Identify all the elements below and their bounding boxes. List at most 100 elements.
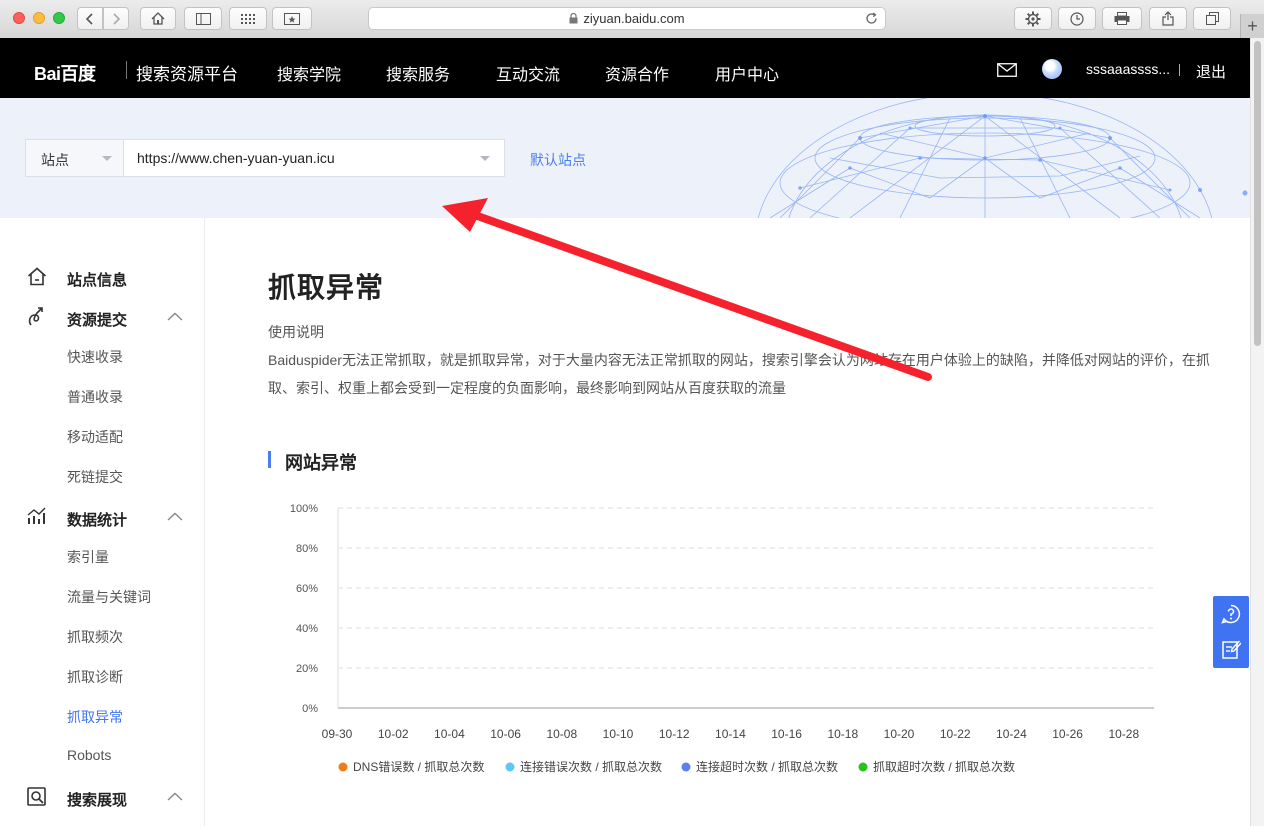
avatar[interactable] [1042,59,1062,79]
x-tick-label: 10-16 [771,727,802,741]
x-tick-label: 10-22 [940,727,971,741]
sidebar-item-fast-index[interactable]: 快速收录 [67,347,123,367]
forward-icon [113,12,120,25]
chevron-down-icon [480,156,490,161]
floating-toolbar [1213,596,1249,668]
nav-item-user-center[interactable]: 用户中心 [715,61,779,85]
chevron-up-icon[interactable] [167,512,183,521]
nav-item-academy[interactable]: 搜索学院 [277,61,341,85]
help-icon[interactable] [1221,604,1241,624]
x-tick-label: 10-04 [434,727,465,741]
top-sites-button[interactable] [229,7,267,30]
minimize-window-button[interactable] [33,12,45,24]
sidebar-group-label: 资源提交 [67,312,128,329]
sidebar-group-submit[interactable]: 资源提交 [0,302,204,332]
reload-icon[interactable] [865,12,878,25]
sidebar-group-label: 站点信息 [67,272,128,289]
site-type-select[interactable]: 站点 [25,139,124,177]
stats-icon [27,507,46,524]
nav-item-community[interactable]: 互动交流 [496,61,560,85]
globe-decoration [757,98,1248,218]
nav-divider [1179,64,1180,76]
bookmarks-button[interactable] [272,7,312,30]
legend-marker [681,762,691,772]
sidebar-group-site-info[interactable]: 站点信息 [0,262,204,292]
site-type-label: 站点 [41,152,69,168]
platform-name[interactable]: 搜索资源平台 [136,60,238,85]
grid-icon [241,13,255,24]
nav-item-cooperation[interactable]: 资源合作 [605,61,669,85]
new-tab-button[interactable]: + [1240,14,1264,38]
sidebar-group-search-display[interactable]: 搜索展现 [0,782,204,812]
x-tick-label: 10-10 [603,727,634,741]
url-text: ziyuan.baidu.com [583,11,685,26]
show-tabs-button[interactable] [1193,7,1231,30]
x-tick-label: 10-14 [715,727,746,741]
sidebar-item-crawl-errors[interactable]: 抓取异常 [67,707,123,727]
sidebar-item-normal-index[interactable]: 普通收录 [67,387,123,407]
nav-item-services[interactable]: 搜索服务 [386,61,450,85]
chevron-up-icon[interactable] [167,312,183,321]
top-navigation: Bai百度 搜索资源平台 搜索学院 搜索服务 互动交流 资源合作 用户中心 ss… [0,38,1250,98]
page-title: 抓取异常 [268,272,385,303]
history-button[interactable] [1058,7,1096,30]
sidebar-item-traffic-keywords[interactable]: 流量与关键词 [67,587,151,607]
sidebar-item-crawl-diagnosis[interactable]: 抓取诊断 [67,667,123,687]
sidebar-group-stats[interactable]: 数据统计 [0,502,204,532]
share-icon [1162,11,1174,26]
site-url-select[interactable]: https://www.chen-yuan-yuan.icu [123,139,505,177]
chevron-up-icon[interactable] [167,792,183,801]
print-button[interactable] [1102,7,1142,30]
home-icon [151,12,165,25]
vertical-scrollbar[interactable] [1250,38,1264,826]
x-tick-label: 10-08 [546,727,577,741]
x-tick-label: 10-24 [996,727,1027,741]
usage-title: 使用说明 [268,324,324,340]
usage-description: Baiduspider无法正常抓取，就是抓取异常，对于大量内容无法正常抓取的网站… [268,352,1210,396]
address-bar[interactable]: ziyuan.baidu.com [368,7,886,30]
y-tick-label: 60% [296,583,318,595]
baidu-logo[interactable]: Bai百度 [34,60,96,86]
sidebar-item-dead-link[interactable]: 死链提交 [67,467,123,487]
main-content: 抓取异常 使用说明 Baiduspider无法正常抓取，就是抓取异常，对于大量内… [205,218,1250,826]
feedback-icon[interactable] [1221,639,1241,659]
logo-divider [126,61,127,79]
x-tick-label: 10-06 [490,727,521,741]
close-window-button[interactable] [13,12,25,24]
legend-label: DNS错误数 / 抓取总次数 [353,759,484,774]
chevron-down-icon [102,156,112,161]
mail-icon[interactable] [997,63,1017,77]
section-title: 网站异常 [285,453,357,473]
x-tick-label: 10-12 [659,727,690,741]
lock-icon [569,13,578,24]
scrollbar-thumb[interactable] [1254,41,1261,346]
y-tick-label: 20% [296,663,318,675]
sidebar-item-mobile-adapt[interactable]: 移动适配 [67,427,123,447]
home-button[interactable] [140,7,176,30]
legend-label: 连接错误次数 / 抓取总次数 [520,759,662,774]
share-button[interactable] [1149,7,1187,30]
print-icon [1114,12,1130,25]
x-tick-label: 10-02 [378,727,409,741]
y-tick-label: 100% [290,503,318,515]
default-site-link[interactable]: 默认站点 [530,150,586,170]
zoom-window-button[interactable] [53,12,65,24]
username[interactable]: sssaaassss... [1086,61,1170,77]
sidebar-item-index-volume[interactable]: 索引量 [67,547,109,567]
legend-label: 抓取超时次数 / 抓取总次数 [873,759,1015,774]
x-tick-label: 10-28 [1108,727,1139,741]
sidebar-toggle-button[interactable] [184,7,222,30]
back-button[interactable] [77,7,103,30]
sidebar-icon [195,12,211,25]
submit-icon [28,307,43,326]
site-error-chart: 100% 80% 60% 40% 20% 0% 09-30 10-02 10-04 10-06 10… [290,503,1154,774]
browser-toolbar: ziyuan.baidu.com + [0,0,1264,39]
bookmark-icon [284,12,300,25]
forward-button[interactable] [103,7,129,30]
home-icon [27,267,47,286]
logout-link[interactable]: 退出 [1196,61,1226,82]
search-display-icon [27,787,46,806]
settings-button[interactable] [1014,7,1052,30]
sidebar-item-crawl-frequency[interactable]: 抓取频次 [67,627,123,647]
sidebar-item-robots[interactable]: Robots [67,747,111,763]
